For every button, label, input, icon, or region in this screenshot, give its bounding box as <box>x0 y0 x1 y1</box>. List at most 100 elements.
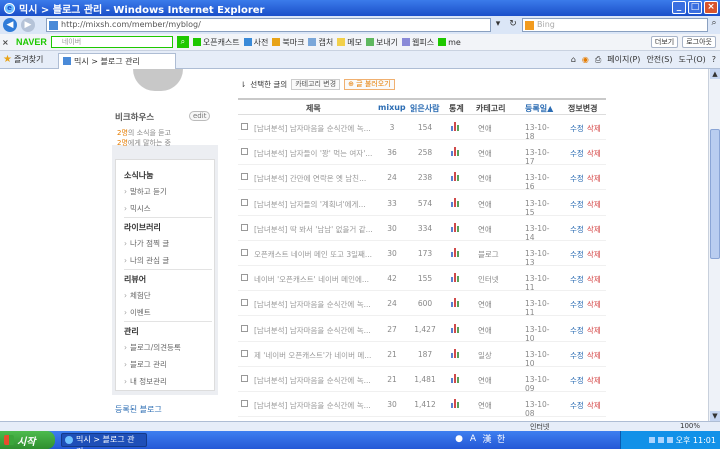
edit-link[interactable]: 수정 <box>570 275 584 284</box>
delete-link[interactable]: 삭제 <box>587 250 601 259</box>
ime-hanja[interactable]: 漢 <box>481 432 493 445</box>
scroll-thumb[interactable] <box>710 129 720 259</box>
naver-item-send[interactable]: 보내기 <box>365 37 398 48</box>
favorites-button[interactable]: ★ 즐겨찾기 <box>0 54 50 65</box>
linked-blogs-heading[interactable]: 등록된 블로그 <box>115 404 162 415</box>
start-button[interactable]: 시작 <box>0 431 55 449</box>
forward-button[interactable]: ▶ <box>21 18 35 32</box>
more-button[interactable]: 더보기 <box>650 36 679 48</box>
search-icon[interactable]: ⌕ <box>708 18 720 32</box>
close-toolbar-icon[interactable]: × <box>2 38 12 47</box>
volume-icon[interactable] <box>666 437 673 443</box>
fetch-posts-button[interactable]: ⊕ 글 불러오기 <box>344 79 395 90</box>
stats-icon[interactable] <box>451 147 461 157</box>
row-checkbox[interactable] <box>241 148 248 156</box>
edit-link[interactable]: 수정 <box>570 351 584 360</box>
naver-search-button[interactable]: ⌕ <box>176 36 189 48</box>
row-checkbox[interactable] <box>241 198 248 206</box>
menu-tools[interactable]: 도구(O) <box>678 54 705 65</box>
maximize-button[interactable]: □ <box>688 1 702 14</box>
delete-link[interactable]: 삭제 <box>587 326 601 335</box>
edit-link[interactable]: 수정 <box>570 174 584 183</box>
bing-search-input[interactable]: Bing <box>522 18 708 32</box>
sidebar-item-my-info[interactable]: 내 정보관리 <box>124 376 167 387</box>
ime-mode[interactable]: A <box>467 434 479 444</box>
menu-page[interactable]: 페이지(P) <box>607 54 640 65</box>
tab-active[interactable]: 믹시 > 블로그 관리 <box>58 52 176 69</box>
post-title-link[interactable]: [남녀분석] 남자들의 '계획녀'에게... <box>254 199 374 210</box>
stats-icon[interactable] <box>451 273 461 283</box>
post-title-link[interactable]: [남녀분석] 남자마음을 순식간에 녹... <box>254 325 374 336</box>
naver-item-bookmark[interactable]: 북마크 <box>272 37 304 48</box>
sidebar-item-blog-manage[interactable]: 블로그 관리 <box>124 359 167 370</box>
scroll-up-icon[interactable]: ▲ <box>710 69 720 79</box>
edit-link[interactable]: 수정 <box>570 200 584 209</box>
edit-link[interactable]: 수정 <box>570 376 584 385</box>
delete-link[interactable]: 삭제 <box>587 174 601 183</box>
edit-link[interactable]: 수정 <box>570 149 584 158</box>
back-button[interactable]: ◀ <box>3 18 17 32</box>
naver-item-webpiece[interactable]: 웹피스 <box>402 37 434 48</box>
post-title-link[interactable]: [남녀분석] 남자마음을 순식간에 녹... <box>254 400 374 411</box>
post-title-link[interactable]: 네이버 '오픈캐스트' 네이버 메인에... <box>254 274 374 285</box>
delete-link[interactable]: 삭제 <box>587 376 601 385</box>
post-title-link[interactable]: [남녀분석] 남자마음을 순식간에 녹... <box>254 123 374 134</box>
stats-icon[interactable] <box>451 172 461 182</box>
row-checkbox[interactable] <box>241 400 248 408</box>
naver-item-dictionary[interactable]: 사전 <box>243 37 268 48</box>
row-checkbox[interactable] <box>241 324 248 332</box>
delete-link[interactable]: 삭제 <box>587 275 601 284</box>
row-checkbox[interactable] <box>241 173 248 181</box>
sidebar-item-talk[interactable]: 말하고 듣기 <box>124 186 167 197</box>
stats-icon[interactable] <box>451 323 461 333</box>
close-button[interactable]: × <box>704 1 718 14</box>
taskbar-item-ie[interactable]: 믹시 > 블로그 관리... <box>61 433 147 449</box>
ime-lang-icon[interactable]: ● <box>453 434 465 444</box>
stats-icon[interactable] <box>451 399 461 409</box>
sidebar-item-blog-register[interactable]: 블로그/의견등록 <box>124 342 181 353</box>
category-change-button[interactable]: 카테고리 변경 <box>291 79 341 90</box>
stats-icon[interactable] <box>451 248 461 257</box>
edit-link[interactable]: 수정 <box>570 225 584 234</box>
delete-link[interactable]: 삭제 <box>587 401 601 410</box>
post-title-link[interactable]: [남녀분석] 딱 봐서 '남남' 없을거 같... <box>254 224 374 235</box>
delete-link[interactable]: 삭제 <box>587 300 601 309</box>
stats-icon[interactable] <box>451 348 461 358</box>
row-checkbox[interactable] <box>241 249 248 256</box>
print-icon[interactable]: ⎙ <box>595 55 601 65</box>
delete-link[interactable]: 삭제 <box>587 124 601 133</box>
help-icon[interactable]: ? <box>712 55 716 64</box>
col-read[interactable]: 읽은사람 <box>410 103 439 114</box>
row-checkbox[interactable] <box>241 274 248 282</box>
sidebar-item-mixis[interactable]: 믹시스 <box>124 203 151 214</box>
tray-icon[interactable] <box>648 437 655 443</box>
zoom-control[interactable]: 100% <box>680 422 700 430</box>
post-title-link[interactable]: 제 '네이버 오픈캐스트'가 네이버 메... <box>254 350 374 361</box>
vertical-scrollbar[interactable]: ▲ ▼ <box>708 69 720 421</box>
logout-button[interactable]: 로그아웃 <box>682 36 716 48</box>
edit-link[interactable]: 수정 <box>570 300 584 309</box>
sidebar-item-bookmarked[interactable]: 나가 점찍 글 <box>124 238 169 249</box>
stats-icon[interactable] <box>451 374 461 383</box>
row-checkbox[interactable] <box>241 349 248 357</box>
edit-link[interactable]: 수정 <box>570 401 584 410</box>
col-mixup[interactable]: mixup <box>378 103 406 112</box>
feeds-icon[interactable]: ◉ <box>582 55 589 64</box>
naver-logo[interactable]: NAVER <box>16 37 47 47</box>
delete-link[interactable]: 삭제 <box>587 149 601 158</box>
stats-icon[interactable] <box>451 197 461 207</box>
delete-link[interactable]: 삭제 <box>587 200 601 209</box>
delete-link[interactable]: 삭제 <box>587 351 601 360</box>
stats-icon[interactable] <box>451 122 461 131</box>
naver-item-capture[interactable]: 캡처 <box>308 37 333 48</box>
sidebar-item-experience[interactable]: 체험단 <box>124 290 151 301</box>
naver-item-me[interactable]: me <box>438 38 461 47</box>
dropdown-icon[interactable]: ▾ <box>492 18 504 31</box>
naver-item-memo[interactable]: 메모 <box>337 37 362 48</box>
ime-hangul[interactable]: 한 <box>495 432 507 445</box>
sidebar-item-interest[interactable]: 나의 관심 글 <box>124 255 169 266</box>
minimize-button[interactable]: _ <box>672 1 686 14</box>
row-checkbox[interactable] <box>241 375 248 382</box>
address-input[interactable]: http://mixsh.com/member/myblog/ <box>46 18 491 32</box>
row-checkbox[interactable] <box>241 123 248 130</box>
